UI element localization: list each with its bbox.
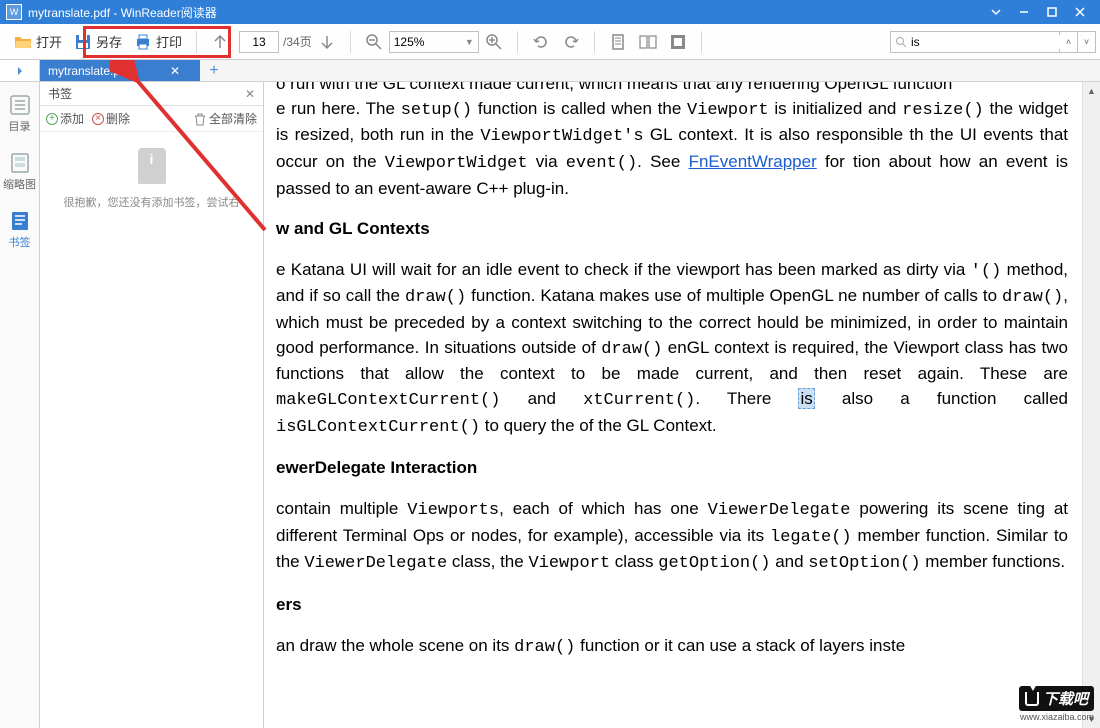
titlebar: W mytranslate.pdf - WinReader阅读器: [0, 0, 1100, 24]
separator: [701, 31, 702, 53]
rail-thumb-label: 缩略图: [3, 176, 36, 192]
page-total-label: /34页: [283, 33, 312, 50]
rail-toc-label: 目录: [9, 118, 31, 134]
open-button[interactable]: 打开: [8, 28, 68, 56]
tab-close-icon[interactable]: ✕: [170, 64, 180, 78]
bookmarks-panel: 书签 ✕ +添加 ×删除 全部清除 很抱歉，您还没有添加书签，尝试右: [40, 82, 264, 728]
heading-viewerdelegate: ewerDelegate Interaction: [276, 456, 1068, 481]
rotate-cw-icon: [562, 33, 580, 51]
bookmark-clear-button[interactable]: 全部清除: [193, 110, 257, 127]
search-nav: ˄ ˅: [1060, 31, 1096, 53]
next-page-button[interactable]: [312, 28, 342, 56]
print-label: 打印: [156, 32, 182, 51]
view-single-button[interactable]: [603, 28, 633, 56]
x-icon: ×: [92, 113, 104, 125]
arrow-up-icon: [211, 33, 229, 51]
bookmark-delete-button[interactable]: ×删除: [92, 110, 130, 127]
zoom-dropdown[interactable]: 125% ▼: [389, 31, 479, 53]
plus-icon: +: [46, 113, 58, 125]
scroll-down-icon[interactable]: ▼: [1083, 710, 1100, 728]
bookmark-empty-icon: [138, 148, 166, 184]
chevron-down-icon: ▼: [465, 37, 474, 47]
new-tab-button[interactable]: +: [200, 60, 228, 81]
panel-header: 书签 ✕: [40, 82, 263, 106]
rail-toc[interactable]: 目录: [0, 90, 39, 138]
zoom-in-button[interactable]: [479, 28, 509, 56]
fullscreen-button[interactable]: [663, 28, 693, 56]
tab-row: mytranslate.pdf ✕ +: [0, 60, 1100, 82]
search-next-button[interactable]: ˅: [1078, 31, 1096, 53]
zoom-out-icon: [365, 33, 383, 51]
rotate-left-button[interactable]: [526, 28, 556, 56]
main-area: 目录 缩略图 书签 书签 ✕ +添加 ×删除 全部清除 很抱歉，您还没有添加书签…: [0, 82, 1100, 728]
search-box[interactable]: [890, 31, 1060, 53]
scroll-up-icon[interactable]: ▲: [1083, 82, 1100, 100]
separator: [517, 31, 518, 53]
rail-bookmarks[interactable]: 书签: [0, 206, 39, 254]
window-title: mytranslate.pdf - WinReader阅读器: [28, 4, 982, 21]
sidebar-collapse-button[interactable]: [0, 60, 40, 82]
rail-bookmark-label: 书签: [9, 234, 31, 250]
sidebar-rail: 目录 缩略图 书签: [0, 82, 40, 728]
search-icon: [895, 36, 907, 48]
document-tab[interactable]: mytranslate.pdf ✕: [40, 60, 200, 81]
rail-thumbnails[interactable]: 缩略图: [0, 148, 39, 196]
print-button[interactable]: 打印: [128, 28, 188, 56]
minimize-icon[interactable]: [1010, 0, 1038, 24]
open-label: 打开: [36, 32, 62, 51]
bookmark-empty-text: 很抱歉，您还没有添加书签，尝试右: [58, 194, 246, 210]
folder-open-icon: [14, 33, 32, 51]
separator: [350, 31, 351, 53]
page-single-icon: [609, 33, 627, 51]
save-as-button[interactable]: 另存: [68, 28, 128, 56]
heading-ers: ers: [276, 593, 1068, 618]
panel-tools: +添加 ×删除 全部清除: [40, 106, 263, 132]
vertical-scrollbar[interactable]: ▲ ▼: [1082, 82, 1100, 728]
separator: [594, 31, 595, 53]
panel-body: 很抱歉，您还没有添加书签，尝试右: [40, 132, 263, 728]
trash-icon: [193, 112, 207, 126]
separator: [196, 31, 197, 53]
prev-page-button[interactable]: [205, 28, 235, 56]
document-content: o run with the GL context made current, …: [264, 82, 1080, 688]
search-match-highlight: is: [798, 388, 814, 409]
page-number-input[interactable]: [239, 31, 279, 53]
toolbar: 打开 另存 打印 /34页 125% ▼: [0, 24, 1100, 60]
arrow-down-icon: [318, 33, 336, 51]
tab-label: mytranslate.pdf: [48, 64, 130, 78]
panel-title: 书签: [48, 85, 72, 102]
search-prev-button[interactable]: ˄: [1060, 31, 1078, 53]
dropdown-sys-icon[interactable]: [982, 0, 1010, 24]
save-label: 另存: [96, 32, 122, 51]
search-input[interactable]: [911, 35, 1066, 49]
heading-gl-contexts: w and GL Contexts: [276, 217, 1068, 242]
rotate-ccw-icon: [532, 33, 550, 51]
view-double-button[interactable]: [633, 28, 663, 56]
page-double-icon: [639, 33, 657, 51]
panel-close-icon[interactable]: ✕: [245, 87, 255, 101]
app-icon: W: [6, 4, 22, 20]
fullscreen-icon: [669, 33, 687, 51]
close-icon[interactable]: [1066, 0, 1094, 24]
maximize-icon[interactable]: [1038, 0, 1066, 24]
rotate-right-button[interactable]: [556, 28, 586, 56]
zoom-out-button[interactable]: [359, 28, 389, 56]
print-icon: [134, 33, 152, 51]
bookmark-add-button[interactable]: +添加: [46, 110, 84, 127]
zoom-value: 125%: [394, 35, 425, 49]
document-view[interactable]: o run with the GL context made current, …: [264, 82, 1100, 728]
save-icon: [74, 33, 92, 51]
link-fneventwrapper[interactable]: FnEventWrapper: [689, 152, 817, 171]
zoom-in-icon: [485, 33, 503, 51]
